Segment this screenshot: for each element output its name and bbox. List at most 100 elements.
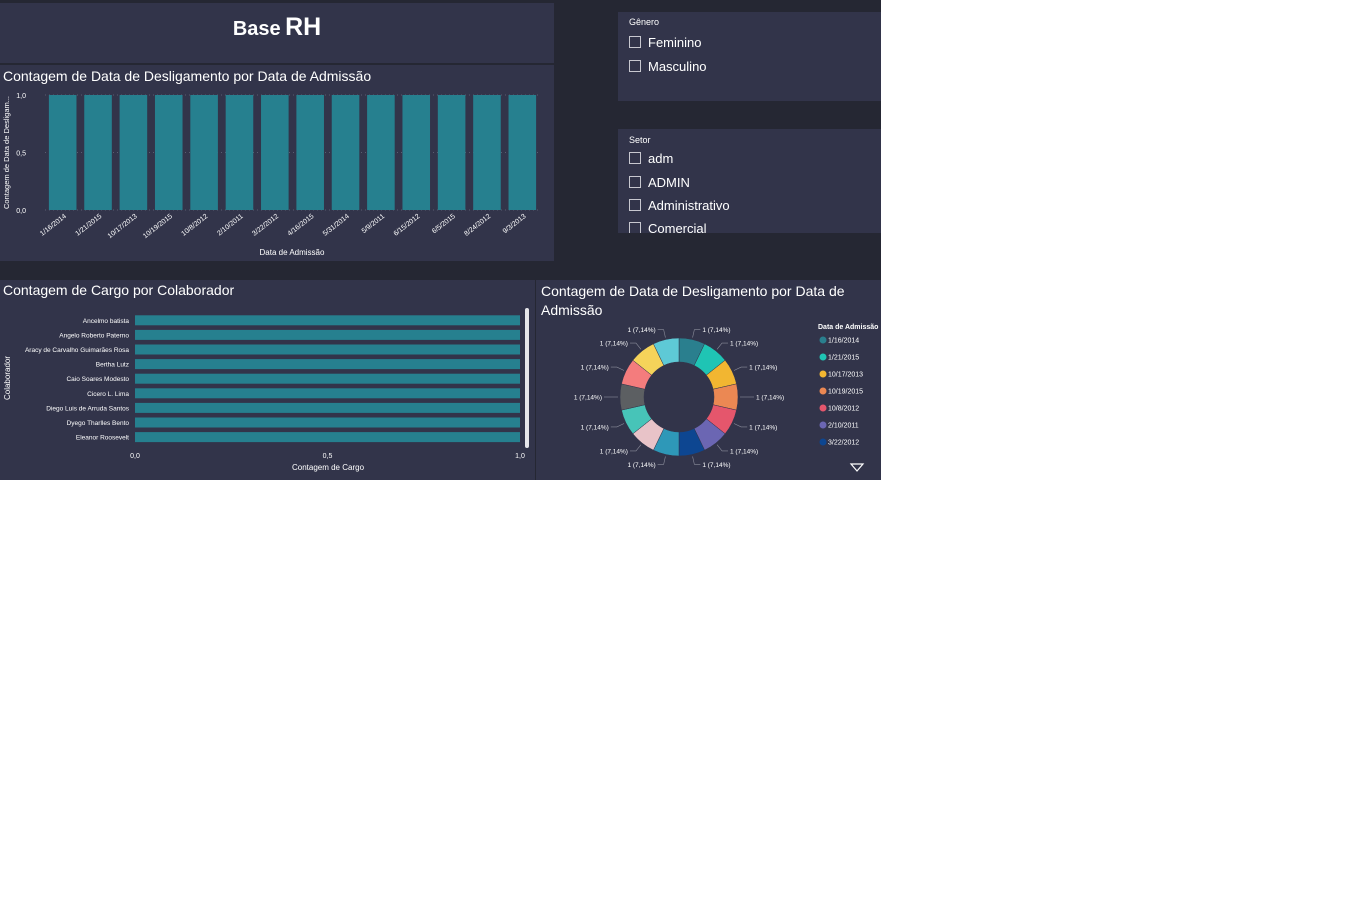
data-label: 1 (7,14%) <box>574 395 602 402</box>
y-tick-label: Ancelmo batista <box>83 318 130 325</box>
bar <box>135 315 520 326</box>
title-big: RH <box>285 13 322 41</box>
hbar-chart[interactable]: Ancelmo batista Angelo Roberto Paterno Ara… <box>0 280 535 480</box>
data-label: 1 (7,14%) <box>600 448 628 455</box>
legend-title: Data de Admissão <box>818 324 878 331</box>
leader-line <box>610 366 625 371</box>
setor-option-label: Administrativo <box>648 197 730 213</box>
x-axis-label: Data de Admissão <box>260 248 325 257</box>
bar <box>437 95 466 210</box>
leader-line <box>692 456 701 465</box>
bar <box>331 95 360 210</box>
setor-option-label: Comercial <box>648 220 707 234</box>
x-tick-label: 5/9/2011 <box>361 213 386 235</box>
bar <box>135 359 520 370</box>
bar <box>135 344 520 355</box>
y-tick-label: 0,0 <box>16 208 26 215</box>
checkbox-icon[interactable] <box>629 36 641 48</box>
data-label: 1 (7,14%) <box>627 462 655 469</box>
bar <box>367 95 395 210</box>
legend-scroll-down-icon[interactable] <box>849 463 865 472</box>
x-tick-label: 4/16/2015 <box>287 213 316 238</box>
bar <box>473 95 501 210</box>
bar <box>225 95 254 210</box>
setor-slicer-label: Setor <box>629 135 651 145</box>
x-tick-label: 10/17/2013 <box>107 213 139 240</box>
genero-slicer-label: Gênero <box>629 17 660 27</box>
title-card: Base RH <box>0 3 554 63</box>
genero-option-masculino[interactable]: Masculino <box>629 57 707 75</box>
leader-line <box>733 366 748 371</box>
checkbox-icon[interactable] <box>629 152 641 164</box>
data-label: 1 (7,14%) <box>702 327 730 334</box>
x-tick-label: 8/24/2012 <box>463 213 492 238</box>
setor-option-admin[interactable]: ADMIN <box>629 173 690 191</box>
legend-marker <box>819 404 827 412</box>
data-label: 1 (7,14%) <box>627 327 655 334</box>
bar <box>135 329 520 340</box>
x-tick-label: 1,0 <box>515 453 525 460</box>
genero-option-label: Feminino <box>648 34 702 50</box>
bar <box>135 373 520 384</box>
x-tick-label: 1/16/2014 <box>39 213 68 238</box>
setor-option-administrativo[interactable]: Administrativo <box>629 196 730 214</box>
bar <box>508 95 537 210</box>
y-tick-label: 1,0 <box>16 93 26 100</box>
data-label: 1 (7,14%) <box>581 365 609 372</box>
bar <box>402 95 431 210</box>
y-tick-label: Bertha Lutz <box>96 362 129 369</box>
bar-chart[interactable]: 0,00,51,01/16/2014 1/21/2015 10/17/2013 10/… <box>0 65 554 261</box>
bar <box>135 388 520 399</box>
checkbox-icon[interactable] <box>629 222 641 233</box>
leader-line <box>657 329 666 338</box>
legend-item: 10/8/2012 <box>828 406 859 413</box>
data-label: 1 (7,14%) <box>600 341 628 348</box>
setor-option-adm[interactable]: adm <box>629 149 673 167</box>
legend-marker <box>819 438 827 446</box>
setor-option-label: ADMIN <box>648 174 690 190</box>
x-tick-label: 2/10/2011 <box>216 213 245 237</box>
donut-chart-card[interactable]: Contagem de Data de Desligamento por Dat… <box>536 280 881 480</box>
bar-chart-card[interactable]: Contagem de Data de Desligamento por Dat… <box>0 65 554 261</box>
x-tick-label: 10/19/2015 <box>142 213 174 240</box>
bar <box>261 95 289 210</box>
legend-item: 10/19/2015 <box>828 389 863 396</box>
y-tick-label: Caio Soares Modesto <box>66 376 129 383</box>
legend-item: 3/22/2012 <box>828 440 859 447</box>
setor-option-label: adm <box>648 150 674 166</box>
legend-marker <box>819 370 827 378</box>
setor-option-comercial[interactable]: Comercial <box>629 219 707 233</box>
legend-marker <box>819 421 827 429</box>
genero-slicer: Gênero Feminino Masculino <box>618 12 881 101</box>
leader-line <box>692 329 701 338</box>
y-axis-label: Colaborador <box>3 356 12 400</box>
legend-item: 1/21/2015 <box>828 355 859 362</box>
x-tick-label: 5/31/2014 <box>322 213 351 238</box>
bar <box>135 417 520 428</box>
checkbox-icon[interactable] <box>629 60 641 72</box>
donut-chart[interactable]: 1 (7,14%)1 (7,14%)1 (7,14%)1 (7,14%)1 (7… <box>536 280 881 480</box>
data-label: 1 (7,14%) <box>756 395 784 402</box>
genero-option-feminino[interactable]: Feminino <box>629 33 701 51</box>
scrollbar[interactable] <box>525 308 529 448</box>
x-tick-label: 10/8/2012 <box>180 213 209 238</box>
y-tick-label: Cicero L. Lima <box>87 391 129 398</box>
y-tick-label: Diego Luis de Arruda Santos <box>46 405 129 412</box>
data-label: 1 (7,14%) <box>730 448 758 455</box>
data-label: 1 (7,14%) <box>702 462 730 469</box>
dashboard: Base RH Contagem de Data de Desligamento… <box>0 0 881 480</box>
setor-slicer: Setor adm ADMIN Administrativo Comercial <box>618 129 881 233</box>
data-label: 1 (7,14%) <box>749 365 777 372</box>
leader-line <box>629 444 642 452</box>
x-tick-label: 6/15/2012 <box>393 213 422 238</box>
y-tick-label: Dyego Tharlles Bento <box>67 420 130 427</box>
checkbox-icon[interactable] <box>629 176 641 188</box>
bar <box>119 95 148 210</box>
checkbox-icon[interactable] <box>629 199 641 211</box>
y-tick-label: Eleanor Roosevelt <box>76 435 129 442</box>
hbar-chart-card[interactable]: Contagem de Cargo por Colaborador Ancelm… <box>0 280 535 480</box>
legend-marker <box>819 353 827 361</box>
leader-line <box>733 423 748 428</box>
x-tick-label: 9/3/2013 <box>502 213 528 235</box>
title-small: Base <box>232 18 281 40</box>
